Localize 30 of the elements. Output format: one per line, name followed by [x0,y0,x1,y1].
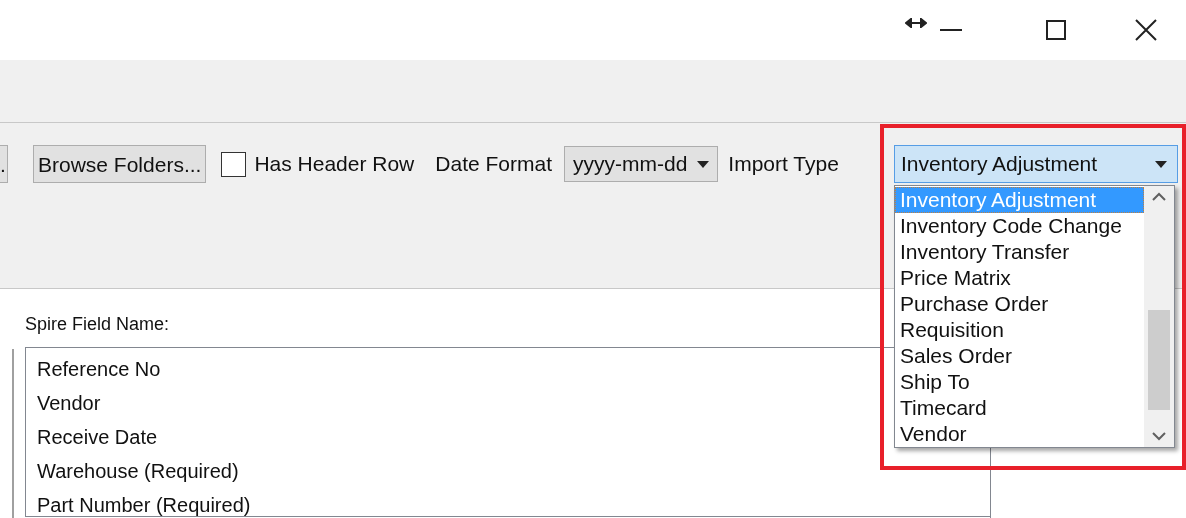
date-format-label: Date Format [435,151,552,178]
dropdown-arrow-icon [697,160,710,168]
import-type-label: Import Type [728,151,839,178]
date-format-dropdown[interactable]: yyyy-mm-dd [564,146,719,182]
scroll-up-icon[interactable] [1152,192,1166,201]
dropdown-option[interactable]: Timecard [895,395,1144,421]
dropdown-option[interactable]: Requisition [895,317,1144,343]
dropdown-option[interactable]: Price Matrix [895,265,1144,291]
field-list-label: Spire Field Name: [25,313,170,336]
dropdown-arrow-icon [1155,160,1167,168]
dropdown-option[interactable]: Inventory Transfer [895,239,1144,265]
maximize-icon [1046,20,1066,40]
close-icon [1135,19,1157,41]
browse-folders-button[interactable]: Browse Folders... [33,145,207,183]
scrollbar-thumb[interactable] [1148,309,1170,410]
dropdown-option[interactable]: Inventory Code Change [895,213,1144,239]
scrollbar[interactable] [1144,186,1174,447]
field-list-item[interactable]: Part Number (Required) [37,488,991,518]
resize-cursor-icon [905,18,927,28]
field-list-item[interactable]: Warehouse (Required) [37,454,991,488]
dropdown-option[interactable]: Purchase Order [895,291,1144,317]
has-header-row-label[interactable]: Has Header Row [254,148,415,180]
dropdown-option[interactable]: Sales Order [895,343,1144,369]
dropdown-option[interactable]: Ship To [895,369,1144,395]
cut-off-button[interactable]: . [0,145,8,183]
minimize-icon [940,29,962,31]
import-type-dropdown[interactable]: Inventory Adjustment [894,145,1178,183]
has-header-row-checkbox[interactable] [221,151,247,177]
scroll-down-icon[interactable] [1152,432,1166,441]
dropdown-option[interactable]: Vendor [895,421,1144,447]
